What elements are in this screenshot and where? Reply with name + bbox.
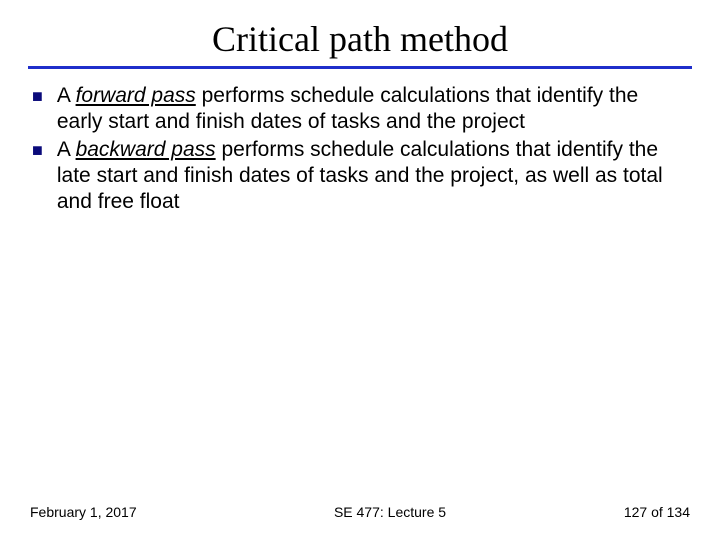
- footer-date: February 1, 2017: [30, 504, 190, 520]
- slide-title: Critical path method: [28, 18, 692, 60]
- square-bullet-icon: ■: [32, 83, 43, 109]
- bullet-item: ■ A forward pass performs schedule calcu…: [32, 83, 688, 135]
- slide: Critical path method ■ A forward pass pe…: [0, 0, 720, 540]
- bullet-item: ■ A backward pass performs schedule calc…: [32, 137, 688, 215]
- slide-footer: February 1, 2017 SE 477: Lecture 5 127 o…: [28, 504, 692, 522]
- bullet-term: backward pass: [76, 138, 216, 161]
- footer-page: 127 of 134: [590, 504, 690, 520]
- square-bullet-icon: ■: [32, 137, 43, 163]
- footer-course: SE 477: Lecture 5: [190, 504, 590, 520]
- bullet-text: A backward pass performs schedule calcul…: [57, 137, 688, 215]
- bullet-lead: A: [57, 84, 76, 107]
- bullet-term: forward pass: [76, 84, 196, 107]
- bullet-text: A forward pass performs schedule calcula…: [57, 83, 688, 135]
- bullet-lead: A: [57, 138, 76, 161]
- title-underline: [28, 66, 692, 69]
- slide-body: ■ A forward pass performs schedule calcu…: [28, 83, 692, 504]
